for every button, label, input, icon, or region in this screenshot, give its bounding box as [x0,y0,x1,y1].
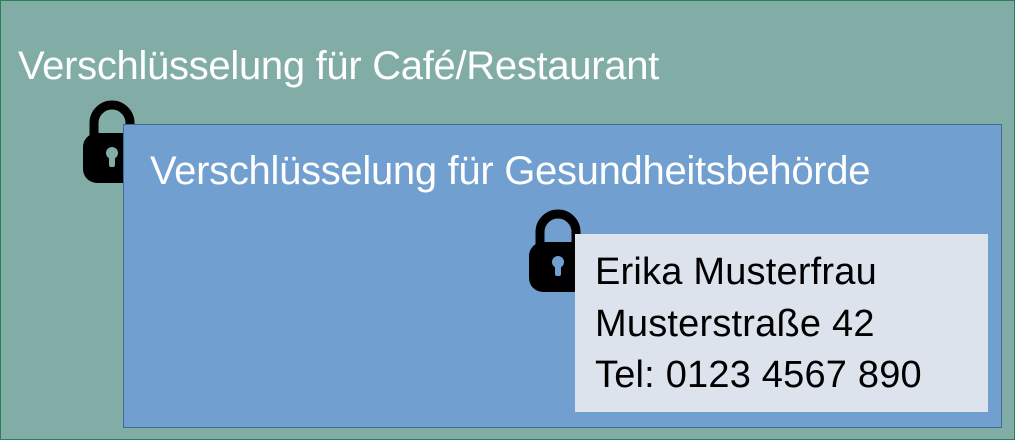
restaurant-encryption-title: Verschlüsselung für Café/Restaurant [18,44,659,88]
contact-name: Erika Musterfrau [595,251,877,293]
contact-phone: Tel: 0123 4567 890 [595,354,922,396]
health-authority-encryption-title: Verschlüsselung für Gesundheitsbehörde [150,149,871,193]
contact-street: Musterstraße 42 [595,303,875,345]
